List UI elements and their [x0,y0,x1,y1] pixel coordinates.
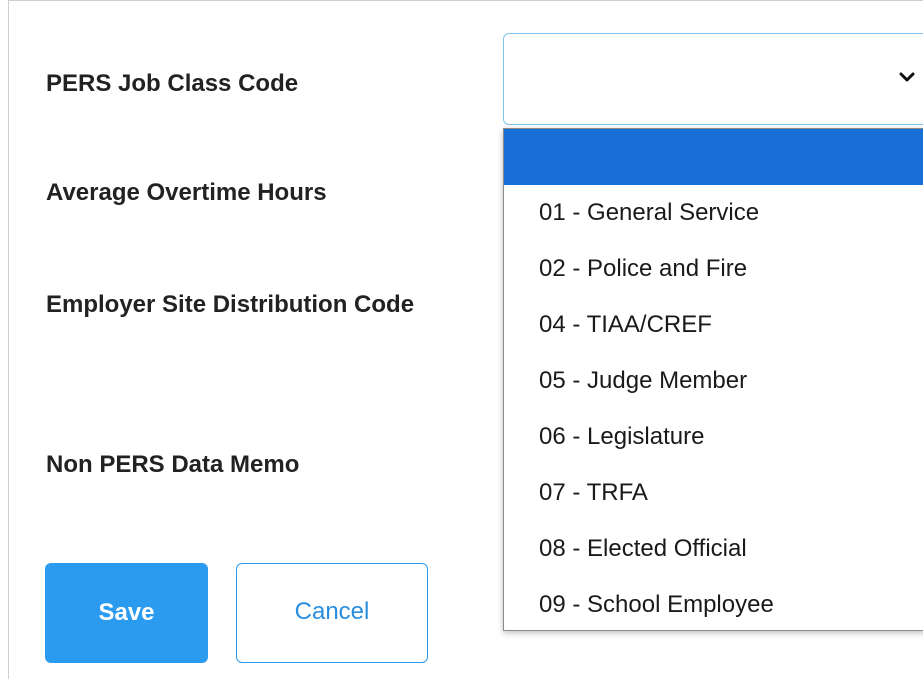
form-page: PERS Job Class Code Average Overtime Hou… [0,0,923,679]
label-average-overtime-hours: Average Overtime Hours [46,179,327,206]
cancel-button[interactable]: Cancel [236,563,428,663]
save-button[interactable]: Save [45,563,208,663]
label-pers-job-class-code: PERS Job Class Code [46,70,299,97]
option-tiaa-cref[interactable]: 04 - TIAA/CREF [504,297,923,353]
frame-border-left [8,0,9,679]
option-trfa[interactable]: 07 - TRFA [504,465,923,521]
option-school-employee[interactable]: 09 - School Employee [504,577,923,633]
option-elected-official[interactable]: 08 - Elected Official [504,521,923,577]
frame-border-top [8,0,923,1]
option-general-service[interactable]: 01 - General Service [504,185,923,241]
option-police-and-fire[interactable]: 02 - Police and Fire [504,241,923,297]
option-legislature[interactable]: 06 - Legislature [504,409,923,465]
pers-job-class-select[interactable] [503,33,923,125]
option-blank[interactable] [504,129,923,185]
label-non-pers-data-memo: Non PERS Data Memo [46,451,300,478]
option-judge-member[interactable]: 05 - Judge Member [504,353,923,409]
label-employer-site-distribution-code: Employer Site Distribution Code [46,291,415,318]
job-class-dropdown-list: 01 - General Service 02 - Police and Fir… [503,128,923,631]
chevron-down-icon[interactable] [896,66,918,88]
